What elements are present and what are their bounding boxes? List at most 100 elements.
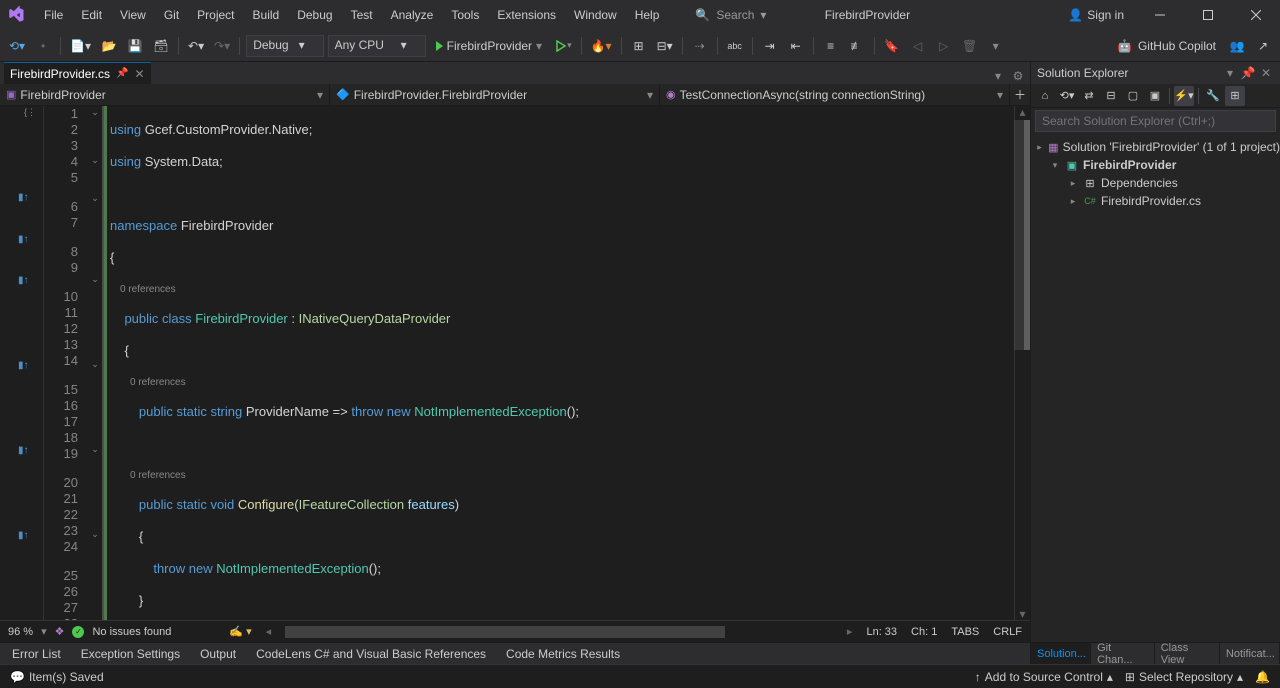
tab-firebirdprovider[interactable]: FirebirdProvider.cs 📌 ✕ [4,62,151,84]
status-bell[interactable]: 🔔 [1255,670,1270,684]
indent-mode[interactable]: TABS [951,626,979,638]
sp-preview-button[interactable]: ▣ [1145,86,1165,106]
indent-dec-button[interactable]: ⇤ [785,35,807,57]
fold-toggle[interactable]: ⌄ [89,155,101,166]
collapse-icon[interactable]: ▾ [1049,160,1061,171]
expand-icon[interactable]: ▸ [1067,178,1079,189]
tree-dependencies-node[interactable]: ▸ ⊞ Dependencies [1031,174,1280,192]
sp-collapse-button[interactable]: ⊟ [1101,86,1121,106]
sign-in-button[interactable]: 👤 Sign in [1060,8,1132,22]
tool-btn-abc[interactable]: abc [724,35,746,57]
maximize-button[interactable] [1188,1,1228,29]
menu-tools[interactable]: Tools [443,4,487,26]
issues-label[interactable]: No issues found [92,626,171,638]
close-button[interactable] [1236,1,1276,29]
brush-icon[interactable]: ✍ ▾ [229,625,251,638]
hscroll-left[interactable]: ◂ [266,625,272,638]
menu-debug[interactable]: Debug [289,4,340,26]
menu-view[interactable]: View [112,4,154,26]
account-button[interactable]: ↗ [1252,35,1274,57]
sidetab-notifications[interactable]: Notificat... [1220,643,1280,664]
sp-switch-button[interactable]: ⟲▾ [1057,86,1077,106]
indent-inc-button[interactable]: ⇥ [759,35,781,57]
minimize-button[interactable] [1140,1,1180,29]
nav-class-select[interactable]: 🔷 FirebirdProvider.FirebirdProvider ▾ [330,84,660,105]
sidetab-git[interactable]: Git Chan... [1091,643,1155,664]
sp-home-button[interactable]: ⌂ [1035,86,1055,106]
zoom-level[interactable]: 96 % [8,626,33,638]
comment-button[interactable]: ≡ [820,35,842,57]
tab-error-list[interactable]: Error List [4,645,69,663]
run-no-debug-button[interactable]: ▾ [552,35,575,57]
tree-project-node[interactable]: ▾ ▣ FirebirdProvider [1031,156,1280,174]
nav-plus-button[interactable]: ＋ [1010,84,1030,105]
status-repo[interactable]: ⊞ Select Repository ▴ [1125,670,1243,684]
solution-search[interactable] [1035,110,1276,132]
menu-git[interactable]: Git [156,4,187,26]
menu-test[interactable]: Test [343,4,381,26]
open-button[interactable]: 📂 [98,35,120,57]
save-button[interactable]: 💾 [124,35,146,57]
horizontal-scrollbar[interactable] [285,625,833,639]
tab-exception-settings[interactable]: Exception Settings [73,645,188,663]
panel-close-icon[interactable]: ✕ [1258,66,1274,80]
vertical-scrollbar[interactable]: ▴ ▾ [1014,106,1030,620]
fold-toggle[interactable]: ⌄ [89,274,101,285]
menu-build[interactable]: Build [245,4,288,26]
close-icon[interactable]: ✕ [134,67,144,81]
eol-mode[interactable]: CRLF [993,626,1022,638]
tool-btn-3[interactable]: ⇢ [689,35,711,57]
menu-analyze[interactable]: Analyze [383,4,442,26]
menu-file[interactable]: File [36,4,71,26]
sp-view-button[interactable]: ⊞ [1225,86,1245,106]
pin-icon[interactable]: 📌 [116,68,128,79]
copilot-button[interactable]: 🤖 GitHub Copilot [1111,39,1222,53]
back-nav-button[interactable]: ⟲▾ [6,35,28,57]
fold-toggle[interactable]: ⌄ [89,107,101,118]
share-button[interactable]: 👥 [1226,35,1248,57]
nav-project-select[interactable]: ▣ FirebirdProvider ▾ [0,84,330,105]
panel-dropdown[interactable]: ▾ [1222,66,1238,80]
bookmark-button[interactable]: 🔖 [881,35,903,57]
tab-dropdown[interactable]: ▾ [990,68,1006,84]
expand-icon[interactable]: ▸ [1067,196,1079,207]
hot-reload-button[interactable]: 🔥▾ [588,35,615,57]
bookmark-prev-button[interactable]: ◁ [907,35,929,57]
status-saved[interactable]: 💬 Item(s) Saved [10,670,104,684]
tab-gear-icon[interactable]: ⚙ [1010,68,1026,84]
solution-search-input[interactable] [1035,110,1276,132]
caret-col[interactable]: Ch: 1 [911,626,937,638]
tree-solution-node[interactable]: ▸ ▦ Solution 'FirebirdProvider' (1 of 1 … [1031,138,1280,156]
code-editor[interactable]: using Gcef.CustomProvider.Native; using … [104,106,1014,620]
hscroll-right[interactable]: ▸ [847,625,853,638]
toolbar-overflow[interactable]: ▾ [985,35,1007,57]
menu-edit[interactable]: Edit [73,4,110,26]
tool-btn-2[interactable]: ⊟▾ [654,35,676,57]
sp-filter-button[interactable]: ⚡▾ [1174,86,1194,106]
redo-button[interactable]: ↷▾ [211,35,233,57]
uncomment-button[interactable]: ≢ [846,35,868,57]
sp-sync-button[interactable]: ⇄ [1079,86,1099,106]
config-select[interactable]: Debug ▾ [246,35,323,57]
forward-nav-button[interactable]: • [32,35,54,57]
run-button[interactable]: FirebirdProvider ▾ [430,35,548,57]
fold-toggle[interactable]: ⌄ [89,359,101,370]
tab-code-metrics[interactable]: Code Metrics Results [498,645,628,663]
caret-line[interactable]: Ln: 33 [866,626,897,638]
sidetab-solution[interactable]: Solution... [1031,643,1091,664]
sp-wrench-button[interactable]: 🔧 [1203,86,1223,106]
bookmark-clear-button[interactable]: 🗑 [959,35,981,57]
undo-button[interactable]: ↶▾ [185,35,207,57]
tree-file-node[interactable]: ▸ C# FirebirdProvider.cs [1031,192,1280,210]
new-item-button[interactable]: 📄▾ [67,35,94,57]
nav-method-select[interactable]: ◉ TestConnectionAsync(string connectionS… [660,84,1010,105]
menu-extensions[interactable]: Extensions [489,4,564,26]
sidetab-classview[interactable]: Class View [1155,643,1220,664]
tool-btn-1[interactable]: ⊞ [628,35,650,57]
fold-toggle[interactable]: ⌄ [89,193,101,204]
expand-icon[interactable]: ▸ [1035,142,1044,153]
bookmark-next-button[interactable]: ▷ [933,35,955,57]
sp-show-all-button[interactable]: ▢ [1123,86,1143,106]
tab-output[interactable]: Output [192,645,244,663]
panel-pin-icon[interactable]: 📌 [1240,66,1256,80]
